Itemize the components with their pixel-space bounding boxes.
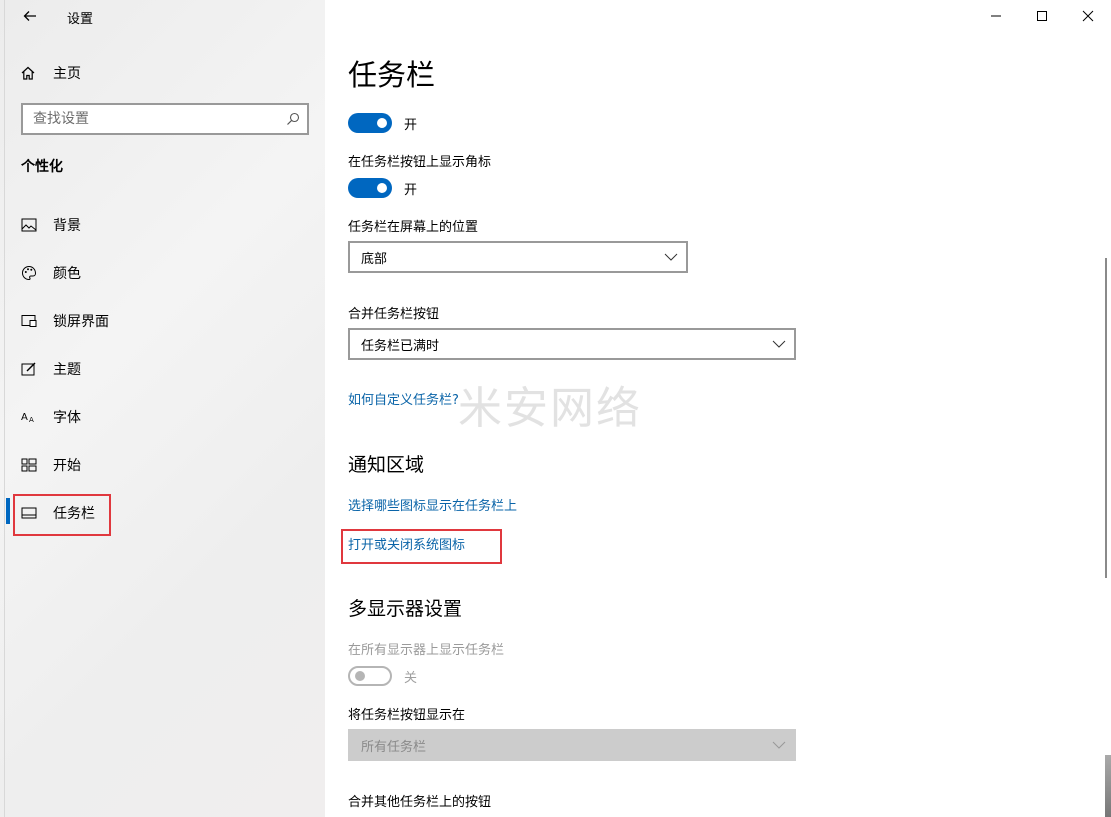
sidebar-item-home[interactable]: 主页 — [20, 60, 81, 86]
chevron-down-icon — [772, 741, 786, 749]
sidebar: 设置 主页 个性化 背景 颜色 锁屏界面 主题 AA 字体 开始 任务栏 — [0, 0, 325, 817]
badge-toggle[interactable] — [348, 178, 392, 198]
scrollbar[interactable] — [1105, 258, 1107, 578]
font-icon: AA — [20, 408, 38, 426]
app-title: 设置 — [67, 12, 94, 27]
section-title: 个性化 — [21, 159, 63, 175]
sidebar-item-background[interactable]: 背景 — [20, 212, 81, 238]
start-icon — [20, 456, 38, 474]
show-all-displays-label: 在所有显示器上显示任务栏 — [348, 643, 505, 658]
svg-text:A: A — [21, 412, 28, 423]
dropdown-value: 所有任务栏 — [361, 739, 427, 755]
back-button[interactable] — [18, 4, 42, 28]
window-controls — [973, 0, 1111, 32]
sidebar-item-fonts[interactable]: AA 字体 — [20, 404, 81, 430]
page-title: 任务栏 — [348, 58, 436, 92]
main-panel: 任务栏 开 在任务栏按钮上显示角标 开 任务栏在屏幕上的位置 底部 合并任务栏按… — [325, 0, 1111, 817]
dropdown-value: 底部 — [361, 251, 388, 267]
back-arrow-icon — [23, 11, 36, 21]
sidebar-item-lock-screen[interactable]: 锁屏界面 — [20, 308, 109, 334]
powershell-toggle-row: 开 — [348, 113, 417, 133]
toggle-state-label: 开 — [404, 117, 418, 133]
choose-icons-link[interactable]: 选择哪些图标显示在任务栏上 — [348, 495, 517, 514]
sidebar-item-themes[interactable]: 主题 — [20, 356, 81, 382]
maximize-icon — [1037, 11, 1047, 21]
sidebar-item-label: 背景 — [53, 218, 81, 234]
sidebar-item-label: 主页 — [53, 66, 81, 82]
home-icon — [21, 66, 35, 80]
svg-text:A: A — [29, 416, 34, 424]
dropdown-value: 任务栏已满时 — [361, 338, 440, 354]
minimize-button[interactable] — [973, 0, 1019, 32]
powershell-toggle[interactable] — [348, 113, 392, 133]
theme-icon — [20, 360, 38, 378]
sidebar-item-colors[interactable]: 颜色 — [20, 260, 81, 286]
sidebar-item-start[interactable]: 开始 — [20, 452, 81, 478]
show-all-displays-toggle-row: 关 — [348, 666, 417, 686]
combine-setting-label: 合并任务栏按钮 — [348, 307, 440, 322]
watermark: 米安网络 — [458, 383, 642, 434]
selected-indicator — [6, 498, 10, 524]
combine-dropdown[interactable]: 任务栏已满时 — [348, 328, 796, 360]
buttons-on-dropdown[interactable]: 所有任务栏 — [348, 729, 796, 761]
palette-icon — [20, 264, 38, 282]
sidebar-item-label: 开始 — [53, 458, 81, 474]
show-all-displays-toggle[interactable] — [348, 666, 392, 686]
search-box[interactable] — [21, 103, 309, 135]
sidebar-item-label: 主题 — [53, 362, 81, 378]
sidebar-item-label: 字体 — [53, 410, 81, 426]
close-icon — [1082, 10, 1094, 22]
toggle-state-label: 开 — [404, 182, 418, 198]
picture-icon — [20, 216, 38, 234]
multi-display-heading: 多显示器设置 — [348, 598, 463, 620]
titlebar-left: 设置 — [0, 0, 325, 32]
maximize-button[interactable] — [1019, 0, 1065, 32]
position-setting-label: 任务栏在屏幕上的位置 — [348, 220, 479, 235]
search-icon[interactable] — [279, 112, 307, 126]
lock-screen-icon — [20, 312, 38, 330]
window-edge — [1105, 755, 1111, 817]
highlight-box-system-icons — [341, 529, 502, 564]
position-dropdown[interactable]: 底部 — [348, 241, 688, 273]
badge-toggle-row: 开 — [348, 178, 417, 198]
badge-setting-label: 在任务栏按钮上显示角标 — [348, 155, 492, 170]
toggle-state-label: 关 — [404, 670, 418, 686]
help-link[interactable]: 如何自定义任务栏? — [348, 389, 459, 408]
close-button[interactable] — [1065, 0, 1111, 32]
combine-other-label: 合并其他任务栏上的按钮 — [348, 795, 492, 810]
chevron-down-icon — [664, 253, 678, 261]
minimize-icon — [991, 15, 1001, 17]
notification-area-heading: 通知区域 — [348, 454, 425, 476]
sidebar-item-label: 颜色 — [53, 266, 81, 282]
chevron-down-icon — [772, 340, 786, 348]
highlight-box-taskbar — [13, 494, 111, 536]
search-input[interactable] — [23, 105, 279, 133]
sidebar-item-label: 锁屏界面 — [53, 314, 109, 330]
buttons-on-label: 将任务栏按钮显示在 — [348, 708, 466, 723]
